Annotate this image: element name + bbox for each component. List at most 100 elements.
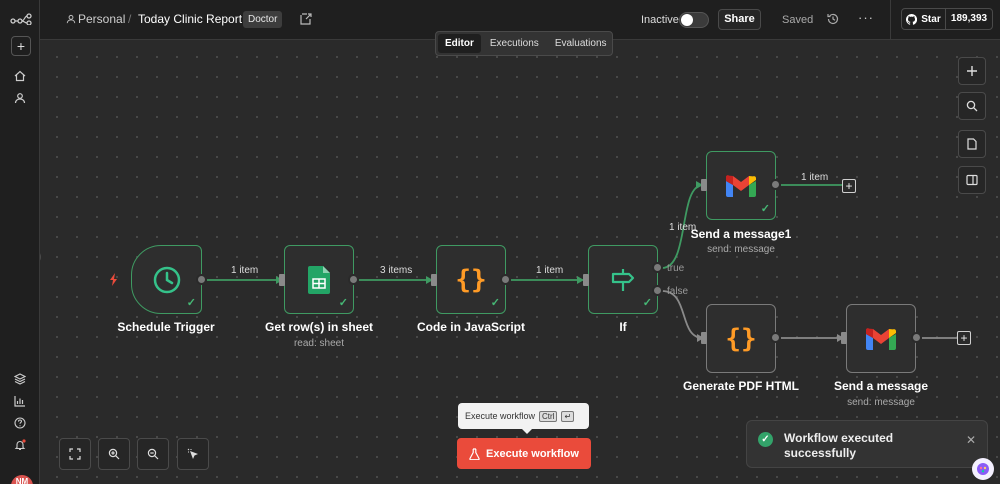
input-handle[interactable] [701,332,707,344]
success-toast: ✓ Workflow executed successfully ✕ [746,420,988,468]
notifications-icon[interactable] [11,436,29,454]
help-icon[interactable] [11,414,29,432]
sticky-note-button[interactable] [958,130,986,158]
node-if[interactable]: ✓ [588,245,658,314]
node-generate-pdf-html[interactable]: {} [706,304,776,373]
panel-icon [966,174,978,186]
activation-toggle[interactable] [679,12,709,28]
flask-icon [469,447,480,460]
output-handle[interactable] [770,179,781,190]
success-check-icon: ✓ [490,297,500,309]
insights-icon[interactable] [11,392,29,410]
zoom-in-button[interactable] [98,438,130,470]
toast-message: Workflow executed successfully [784,431,894,460]
search-nodes-button[interactable] [958,92,986,120]
tab-evaluations[interactable]: Evaluations [548,34,614,53]
input-handle[interactable] [279,274,285,286]
tidy-up-button[interactable] [177,438,209,470]
node-label: Schedule Trigger [117,320,215,334]
sticky-note-icon [967,138,977,150]
fit-view-button[interactable] [59,438,91,470]
add-node-button[interactable]: + [842,179,856,193]
node-code-javascript[interactable]: {} ✓ [436,245,506,314]
search-icon [966,100,978,112]
zoom-out-button[interactable] [137,438,169,470]
node-get-rows-sheet[interactable]: ✓ [284,245,354,314]
workflow-tag[interactable]: Doctor [243,11,283,28]
github-star-area: Star 189,393 [890,0,1000,40]
edge-items-label: 1 item [801,172,829,183]
input-handle[interactable] [583,274,589,286]
activation-status-label: Inactive [641,14,679,26]
code-braces-icon: {} [725,323,757,354]
node-subtitle: read: sheet [293,338,345,349]
edge-items-label: 3 items [380,265,413,276]
input-handle[interactable] [701,179,707,191]
output-handle-true[interactable] [652,262,663,273]
clock-icon [153,266,180,293]
edit-tags-icon[interactable] [298,11,314,27]
shortcut-key-ctrl: Ctrl [539,410,558,422]
gmail-icon [726,174,756,197]
ai-assistant-button[interactable] [972,458,994,480]
tooltip-text: Execute workflow [465,411,536,421]
left-sidebar: + NM [0,0,40,484]
create-button[interactable]: + [11,36,31,56]
add-node-button[interactable]: + [957,331,971,345]
github-star-label: Star [921,13,941,25]
output-handle[interactable] [770,332,781,343]
output-handle-false[interactable] [652,285,663,296]
more-options-button[interactable]: ··· [858,10,874,25]
success-check-icon: ✓ [338,297,348,309]
history-icon[interactable] [826,12,840,26]
if-false-label: false [667,286,689,297]
node-label: Code in JavaScript [416,320,526,334]
cursor-sparkle-icon [187,448,198,459]
tab-executions[interactable]: Executions [483,34,546,53]
node-send-message1[interactable]: ✓ [706,151,776,220]
signpost-icon [611,268,635,291]
project-user-icon [66,14,76,24]
add-node-panel-button[interactable] [958,57,986,85]
zoom-in-icon [108,448,120,460]
gmail-icon [866,327,896,350]
share-button[interactable]: Share [718,9,761,30]
view-tabs: Editor Executions Evaluations [435,31,613,56]
output-handle[interactable] [196,274,207,285]
success-check-icon: ✓ [642,297,652,309]
templates-icon[interactable] [11,370,29,388]
node-send-message[interactable] [846,304,916,373]
home-icon[interactable] [11,67,29,85]
trigger-bolt-icon [110,273,117,286]
close-icon[interactable]: ✕ [966,433,976,447]
avatar[interactable]: NM [11,475,33,484]
output-handle[interactable] [348,274,359,285]
input-handle[interactable] [431,274,437,286]
input-handle[interactable] [841,332,847,344]
node-subtitle: send: message [847,397,915,408]
edge-items-label: 1 item [231,265,259,276]
n8n-logo-icon[interactable] [10,10,32,28]
node-schedule-trigger[interactable]: ✓ [131,245,202,314]
breadcrumb-project[interactable]: Personal [78,12,125,26]
output-handle[interactable] [911,332,922,343]
workflow-name[interactable]: Today Clinic Report [138,12,242,26]
fit-view-icon [69,448,81,460]
tab-editor[interactable]: Editor [438,34,481,53]
success-check-icon: ✓ [758,432,773,447]
node-label: Send a message [833,379,929,393]
code-braces-icon: {} [455,264,487,295]
assistant-icon [977,463,989,475]
plus-icon [967,66,977,76]
node-subtitle: send: message [707,244,775,255]
breadcrumb-separator: / [128,12,132,26]
github-star-count: 189,393 [950,13,988,24]
github-star-button[interactable]: Star 189,393 [901,8,993,30]
shortcut-key-enter: ↵ [561,410,575,422]
node-label: Generate PDF HTML [682,379,799,393]
output-handle[interactable] [500,274,511,285]
zoom-out-icon [147,448,159,460]
user-icon[interactable] [11,89,29,107]
toggle-panel-button[interactable] [958,166,986,194]
execute-workflow-button[interactable]: Execute workflow [457,438,591,469]
